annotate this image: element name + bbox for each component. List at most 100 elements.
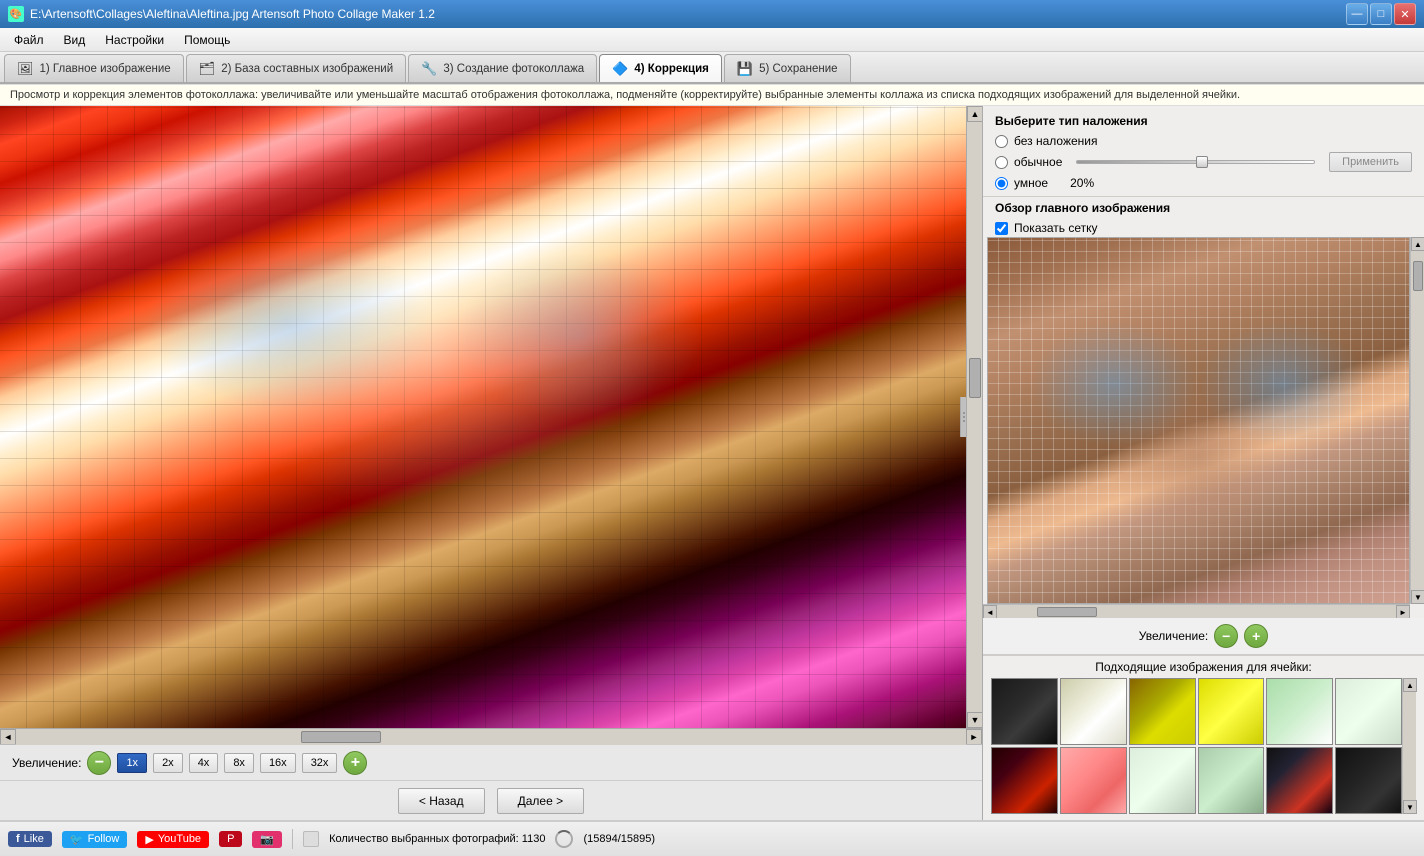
hscroll-track[interactable]	[16, 729, 966, 745]
scroll-right-btn[interactable]: ►	[966, 729, 982, 745]
collage-hscrollbar[interactable]: ◄ ►	[0, 728, 982, 744]
overlay-panel: Выберите тип наложения без наложения обы…	[983, 106, 1424, 197]
overlay-slider-track[interactable]	[1076, 160, 1315, 164]
pinterest-button[interactable]: P	[219, 831, 242, 847]
tab-base-images[interactable]: 🗂 2) База составных изображений	[186, 54, 406, 82]
tab2-label: 2) База составных изображений	[221, 63, 393, 75]
instagram-button[interactable]: 📷	[252, 831, 282, 848]
tab-save[interactable]: 💾 5) Сохранение	[724, 54, 851, 82]
menu-settings[interactable]: Настройки	[95, 31, 174, 49]
zoom-in-btn[interactable]: −	[87, 751, 111, 775]
overlay-normal-radio[interactable]	[995, 156, 1008, 169]
right-panel: Выберите тип наложения без наложения обы…	[982, 106, 1424, 820]
zoom-1x-btn[interactable]: 1x	[117, 753, 147, 773]
preview-vscroll-thumb[interactable]	[1413, 261, 1423, 291]
overlay-slider-thumb[interactable]	[1196, 156, 1208, 168]
suitable-scroll-down[interactable]: ▼	[1403, 800, 1417, 814]
menu-file[interactable]: Файл	[4, 31, 54, 49]
close-button[interactable]: ✕	[1394, 3, 1416, 25]
status-divider	[292, 829, 293, 849]
collage-vscrollbar[interactable]: ▲ ▼	[966, 106, 982, 728]
back-button[interactable]: < Назад	[398, 788, 485, 814]
zoom-4x-btn[interactable]: 4x	[189, 753, 219, 773]
tab-main-image[interactable]: 🖼 1) Главное изображение	[4, 54, 184, 82]
progress-text: (15894/15895)	[583, 833, 655, 845]
menu-view[interactable]: Вид	[54, 31, 96, 49]
vscroll-track[interactable]	[967, 122, 982, 712]
preview-image-wrapper[interactable]	[987, 237, 1410, 604]
preview-scroll-down[interactable]: ▼	[1411, 590, 1424, 604]
suitable-thumb-12[interactable]	[1335, 747, 1402, 814]
suitable-thumb-8[interactable]	[1060, 747, 1127, 814]
suitable-scroll-track[interactable]	[1403, 692, 1416, 800]
zoom-8x-btn[interactable]: 8x	[224, 753, 254, 773]
app-icon: 🎨	[8, 6, 24, 22]
scroll-left-btn[interactable]: ◄	[0, 729, 16, 745]
suitable-thumb-5[interactable]	[1266, 678, 1333, 745]
preview-zoom-out-btn[interactable]: +	[1244, 624, 1268, 648]
twitter-button[interactable]: 🐦 Follow	[62, 831, 128, 848]
overlay-pct: 20%	[1070, 176, 1094, 190]
preview-vscrollbar[interactable]: ▲ ▼	[1410, 237, 1424, 604]
collage-scroll-area[interactable]: ▲ ▼	[0, 106, 982, 728]
zoom-out-btn[interactable]: +	[343, 751, 367, 775]
preview-hscroll-track[interactable]	[997, 605, 1396, 618]
show-grid-checkbox[interactable]	[995, 222, 1008, 235]
youtube-icon: ▶	[145, 833, 153, 846]
next-button[interactable]: Далее >	[497, 788, 585, 814]
youtube-button[interactable]: ▶ YouTube	[137, 831, 209, 848]
overlay-none-radio[interactable]	[995, 135, 1008, 148]
suitable-title: Подходящие изображения для ячейки:	[991, 660, 1416, 674]
like-label: Like	[24, 833, 44, 845]
scroll-down-btn[interactable]: ▼	[967, 712, 982, 728]
zoom-2x-btn[interactable]: 2x	[153, 753, 183, 773]
info-text: Просмотр и коррекция элементов фотоколла…	[10, 89, 1240, 101]
suitable-thumb-11[interactable]	[1266, 747, 1333, 814]
menu-help[interactable]: Помощь	[174, 31, 240, 49]
facebook-button[interactable]: f Like	[8, 831, 52, 847]
collage-image[interactable]	[0, 106, 966, 728]
maximize-button[interactable]: □	[1370, 3, 1392, 25]
apply-button[interactable]: Применить	[1329, 152, 1412, 172]
suitable-thumb-2[interactable]	[1060, 678, 1127, 745]
scroll-up-btn[interactable]: ▲	[967, 106, 982, 122]
overlay-slider-container	[1076, 160, 1315, 164]
preview-scroll-right[interactable]: ►	[1396, 605, 1410, 619]
zoom-16x-btn[interactable]: 16x	[260, 753, 296, 773]
tab-create-collage[interactable]: 🔧 3) Создание фотоколлажа	[408, 54, 597, 82]
preview-vscroll-track[interactable]	[1411, 251, 1424, 590]
overlay-smart-radio[interactable]	[995, 177, 1008, 190]
preview-hscrollbar[interactable]: ◄ ►	[983, 604, 1410, 618]
preview-scroll-up[interactable]: ▲	[1411, 237, 1424, 251]
suitable-thumb-1[interactable]	[991, 678, 1058, 745]
follow-label: Follow	[88, 833, 120, 845]
zoom-in-icon: −	[95, 754, 104, 772]
collage-mosaic-bg	[0, 106, 966, 728]
tab-correction[interactable]: 🔷 4) Коррекция	[599, 54, 722, 82]
instagram-icon: 📷	[260, 834, 274, 846]
preview-scroll-left[interactable]: ◄	[983, 605, 997, 619]
suitable-panel: Подходящие изображения для ячейки:	[983, 656, 1424, 820]
suitable-vscrollbar[interactable]: ▲ ▼	[1402, 678, 1416, 814]
preview-hscroll-thumb[interactable]	[1037, 607, 1097, 617]
suitable-thumb-4[interactable]	[1198, 678, 1265, 745]
preview-zoom-in-btn[interactable]: −	[1214, 624, 1238, 648]
suitable-thumb-3[interactable]	[1129, 678, 1196, 745]
split-dot	[963, 412, 965, 414]
content-area: ▲ ▼ ◄ ►	[0, 106, 1424, 820]
hscroll-thumb[interactable]	[301, 731, 381, 743]
suitable-thumb-7[interactable]	[991, 747, 1058, 814]
suitable-thumb-10[interactable]	[1198, 747, 1265, 814]
suitable-thumb-6[interactable]	[1335, 678, 1402, 745]
preview-zoom-controls: Увеличение: − +	[983, 618, 1424, 655]
preview-title: Обзор главного изображения	[983, 197, 1424, 219]
suitable-thumb-9[interactable]	[1129, 747, 1196, 814]
vscroll-thumb[interactable]	[969, 358, 981, 398]
suitable-scroll-up[interactable]: ▲	[1403, 678, 1417, 692]
zoom-32x-btn[interactable]: 32x	[302, 753, 338, 773]
overlay-smart-label: умное	[1014, 176, 1048, 190]
tab5-icon: 💾	[737, 61, 753, 77]
tab4-icon: 🔷	[612, 61, 628, 77]
twitter-icon: 🐦	[70, 833, 84, 846]
minimize-button[interactable]: —	[1346, 3, 1368, 25]
